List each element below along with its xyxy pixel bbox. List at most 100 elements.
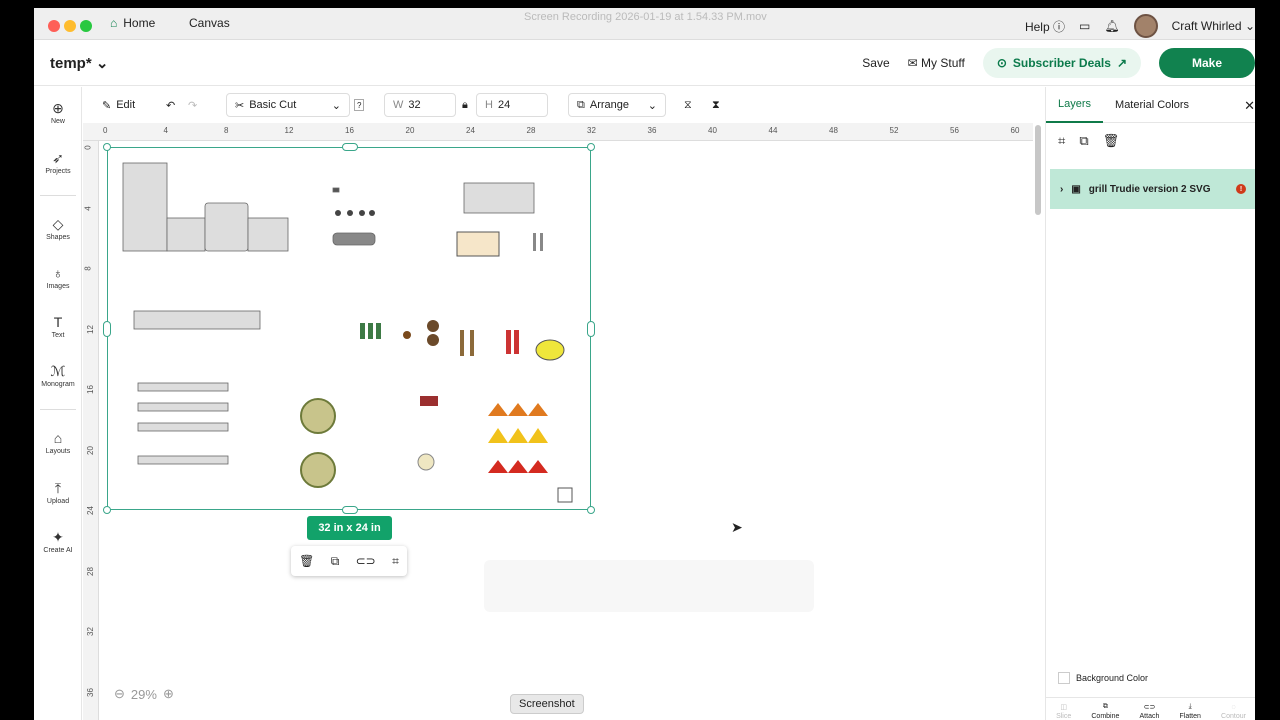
arrange-select[interactable]: ⧉ Arrange ⌄ [568, 93, 666, 117]
sidebar-label: Projects [45, 168, 71, 175]
selection-box[interactable] [103, 143, 595, 514]
attach-button[interactable]: ⊂⊃ Attach [1140, 703, 1160, 720]
zoom-window-button[interactable] [80, 20, 92, 32]
slice-icon: ◫ [1060, 704, 1067, 711]
sidebar-item-monogram[interactable]: ℳ Monogram [34, 364, 82, 388]
tab-material-colors[interactable]: Material Colors [1103, 87, 1201, 123]
duplicate-icon[interactable]: ⧉ [1079, 133, 1088, 149]
resize-handle[interactable] [342, 506, 358, 514]
ruler-tick-label: 0 [103, 126, 108, 135]
sidebar-divider [40, 409, 76, 410]
sidebar-item-shapes[interactable]: ◇ Shapes [34, 217, 82, 241]
chevron-down-icon: ⌄ [647, 99, 657, 112]
ruler-tick-label: 24 [85, 506, 95, 515]
account-menu[interactable]: Craft Whirled ⌄ [1172, 19, 1255, 33]
resize-handle[interactable] [342, 143, 358, 151]
ruler-tick-label: 48 [829, 126, 838, 135]
contour-button[interactable]: ◌ Contour [1221, 704, 1246, 720]
trash-icon[interactable]: 🗑︎ [1103, 133, 1120, 149]
sidebar-item-text[interactable]: T Text [34, 315, 82, 339]
redo-button[interactable]: ↷ [188, 93, 197, 117]
background-color-label: Background Color [1076, 673, 1149, 683]
sidebar-item-layouts[interactable]: ⌂ Layouts [34, 431, 82, 455]
operation-select[interactable]: ✂ Basic Cut ⌄ [226, 93, 350, 117]
avatar[interactable] [1133, 14, 1158, 38]
slice-button[interactable]: ◫ Slice [1056, 703, 1071, 720]
scrollbar-thumb[interactable] [1035, 125, 1041, 215]
tab-home[interactable]: ⌂ Home [110, 16, 155, 30]
tag-icon: ⊙ [996, 56, 1007, 70]
ruler-tick-label: 40 [708, 126, 717, 135]
trash-icon[interactable]: 🗑︎ [299, 554, 314, 568]
undo-button[interactable]: ↶ [166, 93, 175, 117]
redo-icon: ↷ [188, 99, 198, 112]
tab-canvas[interactable]: Canvas [189, 16, 230, 30]
height-value: 24 [497, 99, 511, 111]
my-stuff-button[interactable]: ✉ My Stuff [908, 56, 965, 70]
flip-vertical-icon[interactable]: ⧗ [712, 93, 720, 117]
vertical-scrollbar[interactable] [1033, 123, 1043, 720]
warning-icon[interactable]: ! [1236, 184, 1246, 194]
resize-handle[interactable] [587, 143, 595, 151]
flatten-button[interactable]: ⤓ Flatten [1180, 703, 1201, 720]
help-icon[interactable]: ? [354, 99, 365, 111]
attach-label: Attach [1139, 713, 1160, 720]
close-icon[interactable]: ✕ [1244, 98, 1255, 114]
width-field[interactable]: W 32 [384, 93, 456, 117]
ruler-tick-label: 32 [85, 627, 95, 636]
contour-label: Contour [1221, 713, 1246, 720]
player-controls-overlay [484, 560, 814, 612]
my-stuff-label: My Stuff [921, 56, 965, 70]
resize-handle[interactable] [103, 321, 111, 337]
resize-handle[interactable] [587, 506, 595, 514]
resize-handle[interactable] [587, 321, 595, 337]
help-link[interactable]: Help ⓘ [1025, 18, 1065, 35]
close-window-button[interactable] [48, 20, 60, 32]
monogram-icon: ℳ [50, 363, 66, 379]
sidebar-item-images[interactable]: ♁ Images [34, 266, 82, 290]
ruler-tick-label: 12 [85, 324, 95, 334]
subscriber-deals-button[interactable]: ⊙ Subscriber Deals ↗ [982, 48, 1141, 78]
sidebar-item-new[interactable]: ⊕ New [34, 101, 82, 125]
resize-handle[interactable] [103, 143, 111, 151]
height-field[interactable]: H 24 [476, 93, 548, 117]
bell-icon[interactable]: 🔔︎ [1104, 19, 1119, 33]
flip-horizontal-icon[interactable]: ⧖ [684, 93, 692, 117]
combine-button[interactable]: ⧉ Combine [1091, 703, 1119, 720]
project-title[interactable]: temp* ⌄ [50, 54, 108, 72]
ruler-tick-label: 28 [85, 566, 95, 576]
size-badge: 32 in x 24 in [307, 516, 392, 540]
zoom-out-icon[interactable]: ⊖ [114, 686, 125, 702]
arrange-icon: ⧉ [577, 98, 585, 111]
attach-icon[interactable]: ⊂⊃ [356, 554, 376, 568]
make-button[interactable]: Make [1159, 48, 1255, 78]
lock-icon[interactable]: 🔒︎ [462, 93, 468, 117]
rocket-icon: ➶ [52, 150, 64, 166]
sidebar-item-projects[interactable]: ➶ Projects [34, 151, 82, 175]
resize-handle[interactable] [103, 506, 111, 514]
combine-icon: ⧉ [1102, 703, 1108, 710]
layer-row[interactable]: › ▣ grill Trudie version 2 SVG ! [1050, 169, 1255, 209]
machine-icon[interactable]: ▭ [1079, 19, 1090, 33]
zoom-in-icon[interactable]: ⊕ [163, 686, 174, 702]
mouse-cursor-icon: ➤ [731, 519, 743, 535]
background-color-checkbox[interactable] [1058, 672, 1070, 684]
tab-layers[interactable]: Layers [1046, 87, 1104, 123]
layer-name: grill Trudie version 2 SVG [1088, 183, 1211, 195]
sparkle-icon: ✦ [52, 529, 64, 545]
sidebar-item-create-ai[interactable]: ✦ Create AI [34, 530, 82, 554]
edit-button[interactable]: ✎ Edit [102, 93, 135, 117]
contour-icon: ◌ [1231, 704, 1236, 711]
arrange-label: Arrange [589, 99, 629, 111]
chevron-right-icon[interactable]: › [1060, 184, 1063, 195]
duplicate-icon[interactable]: ⧉ [331, 554, 340, 569]
group-icon[interactable]: ⌗ [392, 554, 399, 569]
edit-label: Edit [116, 99, 136, 111]
save-button[interactable]: Save [862, 56, 889, 70]
background-color-toggle[interactable]: Background Color [1058, 672, 1148, 684]
minimize-window-button[interactable] [64, 20, 76, 32]
scissors-icon: ✂ [235, 99, 245, 112]
group-icon[interactable]: ⌗ [1058, 133, 1065, 149]
width-label: W [393, 99, 404, 111]
sidebar-item-upload[interactable]: ⤒ Upload [34, 481, 82, 505]
